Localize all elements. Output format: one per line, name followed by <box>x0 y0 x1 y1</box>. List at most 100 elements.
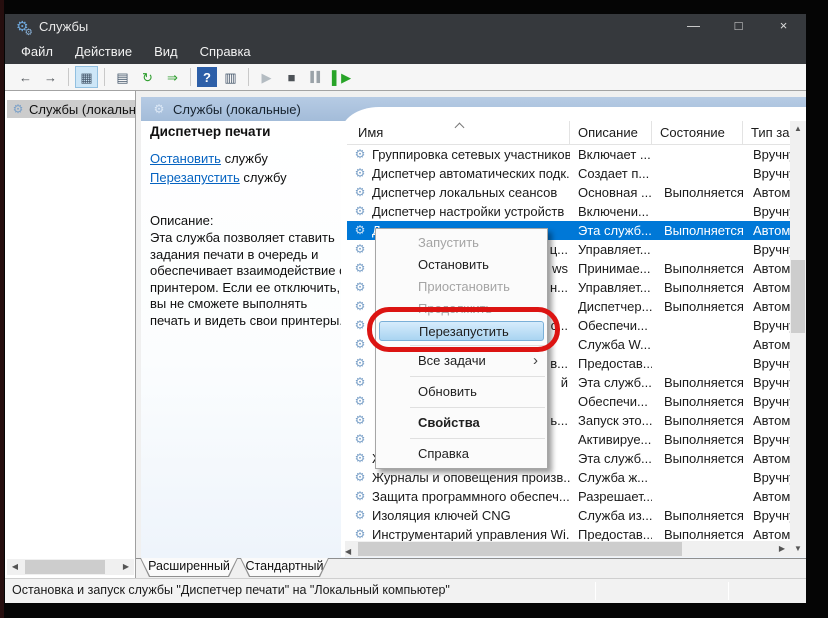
restart-service-link[interactable]: Перезапустить <box>150 170 240 185</box>
pause-service-icon[interactable]: ▌▌ <box>305 66 328 88</box>
status-text: Остановка и запуск службы "Диспетчер печ… <box>12 583 450 597</box>
service-gear-icon: ⚙ <box>353 145 367 164</box>
service-status-cell <box>652 335 743 354</box>
column-header-description[interactable]: Описание <box>570 121 652 144</box>
service-name: в... <box>550 354 568 373</box>
stop-service-icon[interactable]: ■ <box>280 66 303 88</box>
service-status-cell: Выполняется <box>652 430 743 449</box>
help-icon[interactable]: ? <box>197 67 217 87</box>
service-status-cell: Выполняется <box>652 278 743 297</box>
service-description-cell: Принимае... <box>570 259 652 278</box>
context-menu-item-остановить[interactable]: Остановить <box>376 254 547 276</box>
close-button[interactable]: × <box>761 14 806 40</box>
table-row[interactable]: ⚙Журналы и оповещения произв...Служба ж.… <box>347 468 790 487</box>
service-startup-type-cell: Вручную <box>743 145 790 164</box>
service-status-cell: Выполняется <box>652 373 743 392</box>
vertical-scrollbar[interactable]: ▲ ▼ <box>790 121 806 557</box>
refresh-icon[interactable]: ↻ <box>136 66 159 88</box>
table-header: Имя Описание Состояние Тип запус <box>347 121 790 145</box>
table-row[interactable]: ⚙Группировка сетевых участниковВключает … <box>347 145 790 164</box>
tab-extended[interactable]: Расширенный <box>140 558 238 577</box>
stop-service-link[interactable]: Остановить <box>150 151 221 166</box>
service-name: Диспетчер локальных сеансов <box>372 183 557 202</box>
maximize-button[interactable]: □ <box>716 14 761 40</box>
tree-item-services-local[interactable]: ⚙ Службы (локальные) <box>7 100 135 118</box>
show-action-pane-icon[interactable]: ▥ <box>219 66 242 88</box>
service-name: Группировка сетевых участников <box>372 145 570 164</box>
menu-file[interactable]: Файл <box>10 40 64 64</box>
services-window: ⚙⚙ Службы — □ × ФайлДействиеВидСправка ←… <box>5 14 806 603</box>
table-row[interactable]: ⚙Защита программного обеспеч...Разрешает… <box>347 487 790 506</box>
forward-icon[interactable]: → <box>39 66 62 88</box>
table-row[interactable]: ⚙Диспетчер локальных сеансовОсновная ...… <box>347 183 790 202</box>
service-gear-icon: ⚙ <box>353 335 367 354</box>
service-status-cell <box>652 164 743 183</box>
properties-icon[interactable]: ▤ <box>111 66 134 88</box>
service-startup-type-cell: Автомати <box>743 335 790 354</box>
start-service-icon[interactable]: ▶ <box>255 66 278 88</box>
service-status-cell <box>652 487 743 506</box>
context-menu-item-все задачи[interactable]: Все задачи› <box>376 350 547 372</box>
table-row[interactable]: ⚙Диспетчер настройки устройствВключени..… <box>347 202 790 221</box>
service-gear-icon: ⚙ <box>353 354 367 373</box>
context-menu-item-справка[interactable]: Справка <box>376 443 547 465</box>
back-icon[interactable]: ← <box>14 66 37 88</box>
column-header-startup-type[interactable]: Тип запус <box>743 121 790 144</box>
menu-action[interactable]: Действие <box>64 40 143 64</box>
service-description-cell: Эта служб... <box>570 221 652 240</box>
service-gear-icon: ⚙ <box>353 221 367 240</box>
scroll-right-icon[interactable]: ▶ <box>774 541 790 557</box>
context-menu-item-свойства[interactable]: Свойства <box>376 412 547 434</box>
tab-standard[interactable]: Стандартный <box>240 558 329 577</box>
horizontal-scrollbar[interactable]: ◀ ▶ <box>345 541 790 557</box>
minimize-button[interactable]: — <box>671 14 716 40</box>
scroll-left-icon[interactable]: ◀ <box>7 559 23 575</box>
menu-view[interactable]: Вид <box>143 40 189 64</box>
scrollbar-thumb[interactable] <box>791 260 805 333</box>
export-list-icon[interactable]: ⇒ <box>161 66 184 88</box>
service-description-cell: Служба ж... <box>570 468 652 487</box>
service-gear-icon: ⚙ <box>353 411 367 430</box>
service-status-cell <box>652 145 743 164</box>
service-description-cell: Служба из... <box>570 506 652 525</box>
table-row[interactable]: ⚙Изоляция ключей CNGСлужба из...Выполняе… <box>347 506 790 525</box>
menu-separator <box>410 407 545 408</box>
table-row[interactable]: ⚙Диспетчер автоматических подк...Создает… <box>347 164 790 183</box>
scrollbar-thumb[interactable] <box>358 542 682 556</box>
service-startup-type-cell: Автомати <box>743 297 790 316</box>
service-name-cell: ⚙Диспетчер локальных сеансов <box>347 183 570 202</box>
toolbar-separator <box>104 68 105 86</box>
context-menu-item-обновить[interactable]: Обновить <box>376 381 547 403</box>
show-console-tree-icon[interactable]: ▦ <box>75 66 98 88</box>
restart-service-icon[interactable]: ▌▶ <box>330 66 353 88</box>
service-startup-type-cell: Автомати <box>743 183 790 202</box>
service-description-cell: Разрешает... <box>570 487 652 506</box>
service-description-cell: Создает п... <box>570 164 652 183</box>
scroll-down-icon[interactable]: ▼ <box>790 541 806 557</box>
scroll-right-icon[interactable]: ▶ <box>118 559 134 575</box>
statusbar-divider <box>728 582 729 600</box>
annotation-ellipse <box>367 307 560 352</box>
status-bar: Остановка и запуск службы "Диспетчер печ… <box>5 578 806 603</box>
service-name: Диспетчер настройки устройств <box>372 202 564 221</box>
service-description-cell: Предостав... <box>570 354 652 373</box>
service-startup-type-cell: Вручную <box>743 164 790 183</box>
scrollbar-thumb[interactable] <box>25 560 105 574</box>
scroll-left-icon[interactable]: ◀ <box>345 547 351 556</box>
menu-help[interactable]: Справка <box>189 40 262 64</box>
service-startup-type-cell: Автомати <box>743 278 790 297</box>
service-description-cell: Служба W... <box>570 335 652 354</box>
window-controls: — □ × <box>671 14 806 40</box>
tree-horizontal-scrollbar[interactable]: ◀ ▶ <box>7 559 134 575</box>
context-menu-item-запустить: Запустить <box>376 232 547 254</box>
title-bar: ⚙⚙ Службы — □ × <box>5 14 806 40</box>
service-name-cell: ⚙Изоляция ключей CNG <box>347 506 570 525</box>
service-gear-icon: ⚙ <box>353 373 367 392</box>
service-startup-type-cell: Вручную <box>743 373 790 392</box>
scroll-up-icon[interactable]: ▲ <box>790 121 806 137</box>
service-status-cell <box>652 240 743 259</box>
column-header-status[interactable]: Состояние <box>652 121 743 144</box>
screenshot-border <box>0 0 4 618</box>
window-title: Службы <box>39 19 88 34</box>
service-startup-type-cell: Автомати <box>743 487 790 506</box>
